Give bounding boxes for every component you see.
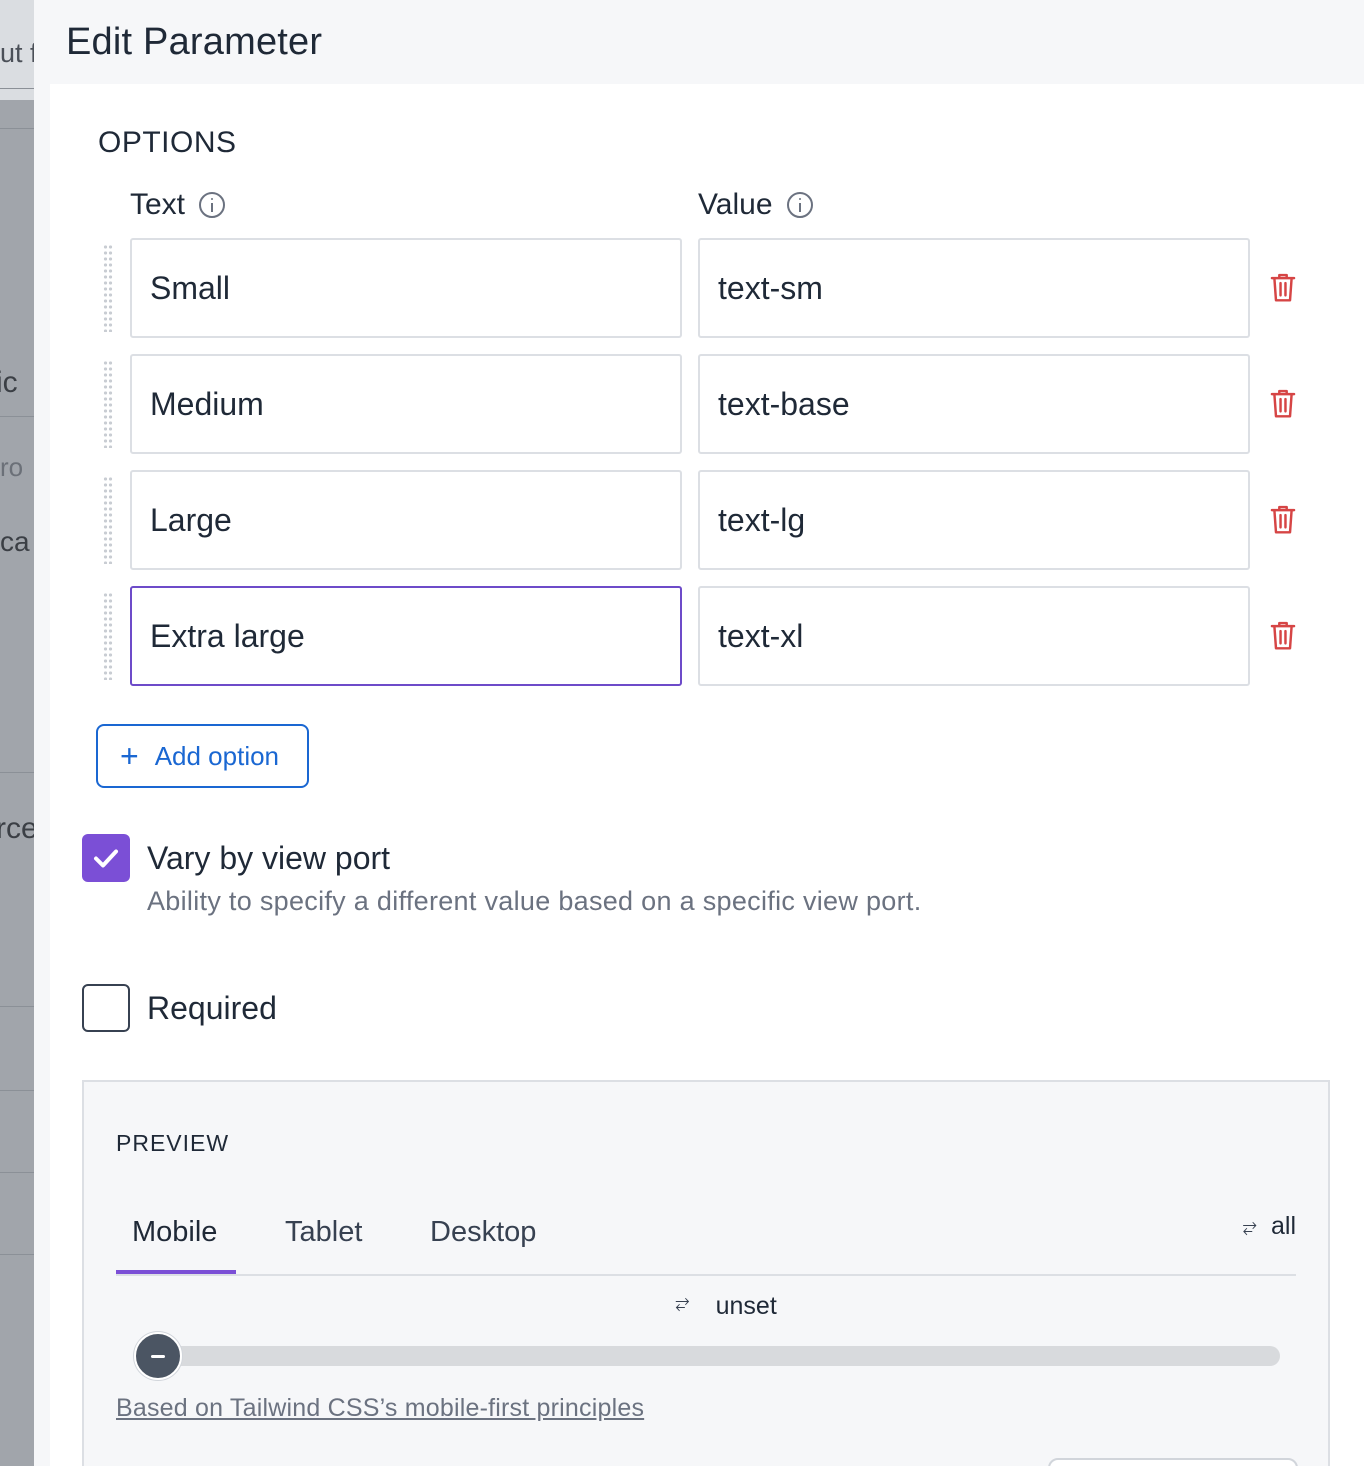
background-divider	[0, 772, 34, 773]
sync-icon[interactable]: ⥂	[675, 1292, 689, 1321]
value-column-header: Value	[698, 188, 813, 222]
required-label: Required	[147, 990, 277, 1026]
drawer-title: Edit Parameter	[66, 20, 323, 63]
background-text-fragment: ca	[0, 526, 30, 557]
tab-mobile[interactable]: Mobile	[132, 1216, 217, 1249]
text-column-header: Text	[130, 188, 226, 222]
edit-parameter-drawer: Edit Parameter OPTIONS Text Value Small …	[34, 0, 1364, 1466]
option-text-input[interactable]	[130, 586, 682, 686]
tab-tablet[interactable]: Tablet	[285, 1216, 362, 1249]
preview-title: PREVIEW	[116, 1130, 230, 1156]
preview-action-button[interactable]	[1048, 1458, 1298, 1466]
background-divider	[0, 1254, 34, 1255]
option-text-input[interactable]	[130, 354, 682, 454]
trash-icon[interactable]	[1268, 388, 1298, 420]
background-text-fragment: rce	[0, 812, 34, 845]
drag-handle-icon[interactable]	[103, 360, 113, 448]
checkmark-icon	[94, 849, 118, 868]
slider-value-label: unset	[715, 1292, 777, 1320]
option-row	[98, 238, 1308, 338]
option-row	[98, 470, 1308, 570]
vary-by-viewport-description: Ability to specify a different value bas…	[147, 886, 922, 916]
trash-icon[interactable]	[1268, 620, 1298, 652]
slider-value-row: ⥂ unset	[84, 1292, 1328, 1321]
text-column-label: Text	[130, 188, 186, 221]
background-divider	[0, 128, 34, 129]
option-row	[98, 586, 1308, 686]
option-text-input[interactable]	[130, 470, 682, 570]
background-divider	[0, 416, 34, 417]
background-text-fragment: ut f	[0, 38, 34, 68]
option-value-input[interactable]	[698, 470, 1250, 570]
viewport-slider-handle[interactable]	[134, 1332, 182, 1380]
sync-icon: ⥂	[1242, 1216, 1257, 1236]
drawer-body: OPTIONS Text Value Small text-sm Medium …	[50, 84, 1364, 1466]
sync-all-button[interactable]: ⥂ all	[1243, 1212, 1296, 1241]
plus-icon: +	[120, 738, 139, 774]
option-value-input[interactable]	[698, 354, 1250, 454]
background-page: ut f ic ro ca rce	[0, 0, 34, 1466]
required-checkbox[interactable]	[82, 984, 130, 1032]
option-value-input[interactable]	[698, 238, 1250, 338]
background-text-fragment: ro	[0, 452, 24, 482]
active-tab-indicator	[116, 1270, 236, 1274]
drag-handle-icon[interactable]	[103, 244, 113, 332]
sync-all-label: all	[1270, 1212, 1296, 1240]
info-icon[interactable]	[786, 192, 813, 218]
viewport-tabs: Mobile Tablet Desktop ⥂ all	[116, 1200, 1296, 1276]
drag-handle-icon[interactable]	[103, 476, 113, 564]
option-value-input[interactable]	[698, 586, 1250, 686]
background-text-fragment: ic	[0, 366, 18, 399]
info-icon[interactable]	[199, 192, 226, 218]
background-divider	[0, 1090, 34, 1091]
background-divider	[0, 88, 34, 89]
preview-panel: PREVIEW Mobile Tablet Desktop ⥂ all ⥂ un…	[82, 1080, 1330, 1466]
add-option-button[interactable]: + Add option	[96, 724, 309, 788]
tab-desktop[interactable]: Desktop	[430, 1216, 536, 1249]
options-section-title: OPTIONS	[98, 126, 237, 159]
tailwind-principles-link[interactable]: Based on Tailwind CSS’s mobile-first pri…	[116, 1394, 644, 1423]
trash-icon[interactable]	[1268, 272, 1298, 304]
background-divider	[0, 1006, 34, 1007]
viewport-slider-track[interactable]	[168, 1346, 1280, 1366]
option-row	[98, 354, 1308, 454]
drawer-header: Edit Parameter	[34, 0, 1364, 84]
background-divider	[0, 1172, 34, 1173]
vary-by-viewport-label: Vary by view port	[147, 840, 391, 876]
option-text-input[interactable]	[130, 238, 682, 338]
trash-icon[interactable]	[1268, 504, 1298, 536]
drag-handle-icon[interactable]	[103, 592, 113, 680]
value-column-label: Value	[698, 188, 773, 221]
vary-by-viewport-checkbox[interactable]	[82, 834, 130, 882]
add-option-label: Add option	[154, 740, 280, 771]
